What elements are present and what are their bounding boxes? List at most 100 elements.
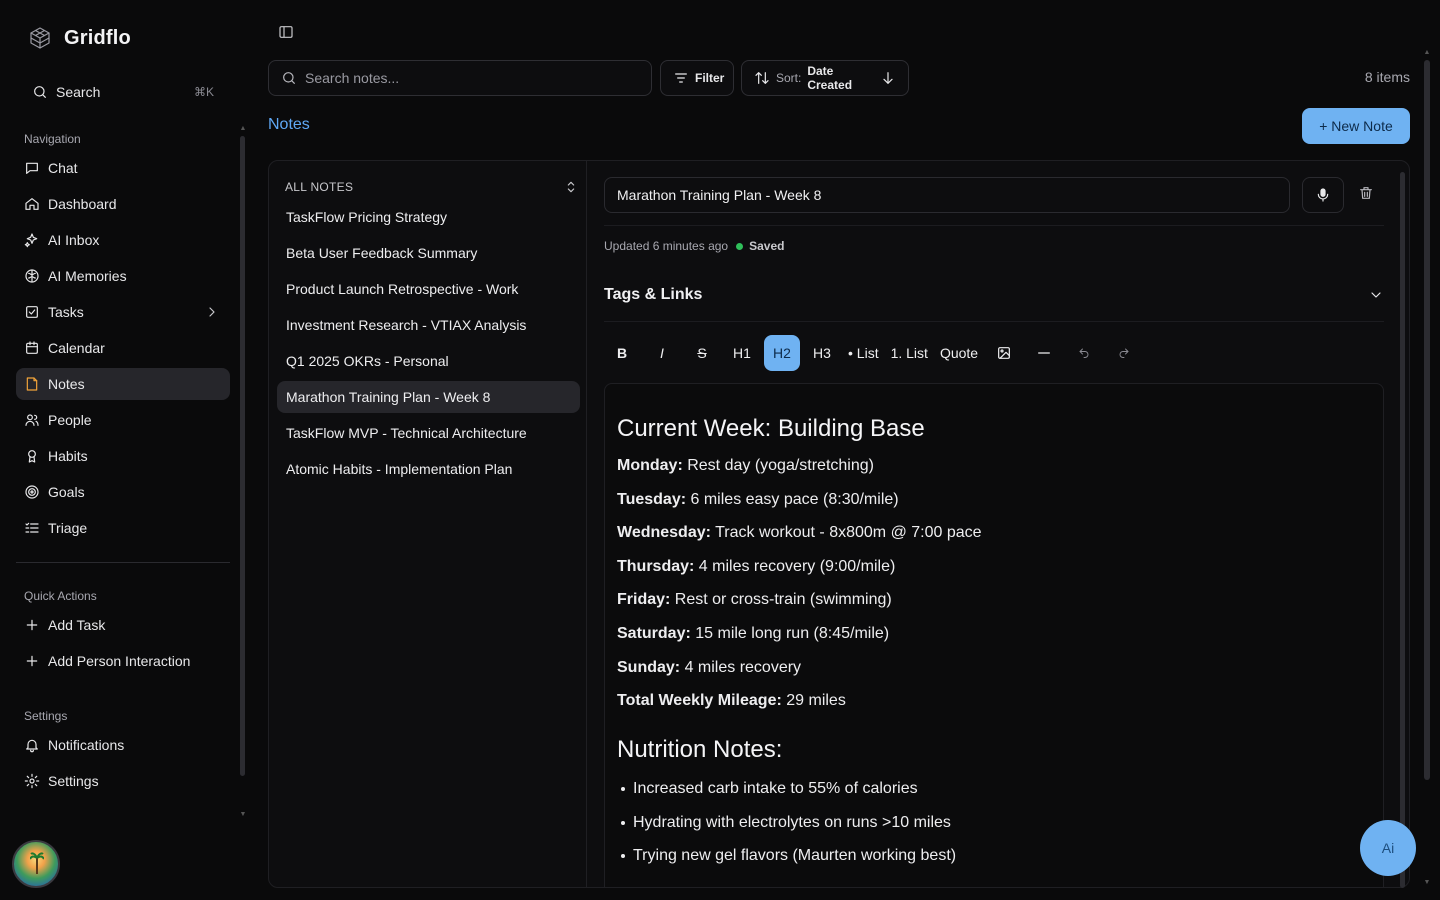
ai-assistant-button[interactable]: Ai <box>1360 820 1416 876</box>
schedule-line: Monday: Rest day (yoga/stretching) <box>617 456 1371 476</box>
note-content[interactable]: Current Week: Building Base Monday: Rest… <box>604 383 1384 887</box>
notes-list-pane: ALL NOTES TaskFlow Pricing Strategy Beta … <box>269 161 587 887</box>
h1-button[interactable]: H1 <box>724 335 760 371</box>
user-avatar[interactable] <box>12 840 60 888</box>
nutrition-list: Increased carb intake to 55% of calories… <box>617 779 1371 866</box>
tags-links-label: Tags & Links <box>604 286 703 303</box>
schedule-line: Saturday: 15 mile long run (8:45/mile) <box>617 624 1371 644</box>
sidebar-toggle-icon[interactable] <box>278 24 294 40</box>
add-task-button[interactable]: Add Task <box>16 609 230 641</box>
sidebar-item-ai-memories[interactable]: AI Memories <box>16 260 230 292</box>
new-note-button[interactable]: + New Note <box>1302 108 1410 144</box>
sidebar-item-notes[interactable]: Notes <box>16 368 230 400</box>
sidebar-item-settings[interactable]: Settings <box>16 765 230 797</box>
sidebar-item-ai-inbox[interactable]: AI Inbox <box>16 224 230 256</box>
sidebar-item-tasks[interactable]: Tasks <box>16 296 230 328</box>
bold-button[interactable]: B <box>604 335 640 371</box>
sidebar-item-people[interactable]: People <box>16 404 230 436</box>
sidebar-item-notifications[interactable]: Notifications <box>16 729 230 761</box>
saved-text: Saved <box>749 239 785 253</box>
search-shortcut: ⌘K <box>193 85 214 99</box>
page-scroll-up-arrow[interactable]: ▲ <box>1423 49 1431 56</box>
brand[interactable]: Gridflo <box>28 26 131 50</box>
sidebar-scroll-down-arrow[interactable]: ▼ <box>239 811 247 818</box>
note-list-item[interactable]: Product Launch Retrospective - Work <box>277 273 580 305</box>
plus-icon <box>24 653 40 669</box>
numbered-list-button[interactable]: 1. List <box>887 335 932 371</box>
sidebar-search[interactable]: Search ⌘K <box>16 76 230 108</box>
app-name: Gridflo <box>64 26 131 49</box>
sidebar-item-label: Chat <box>48 160 78 176</box>
quick-actions-section-title: Quick Actions <box>24 589 97 603</box>
notes-search-input[interactable] <box>305 70 635 86</box>
horizontal-rule-icon <box>1036 345 1052 361</box>
sidebar-item-dashboard[interactable]: Dashboard <box>16 188 230 220</box>
schedule-line: Thursday: 4 miles recovery (9:00/mile) <box>617 557 1371 577</box>
note-list-item[interactable]: Q1 2025 OKRs - Personal <box>277 345 580 377</box>
schedule-text: 4 miles recovery <box>680 658 802 676</box>
editor-scrollbar[interactable] <box>1400 172 1405 888</box>
tags-links-toggle[interactable]: Tags & Links <box>604 281 1384 309</box>
award-icon <box>24 448 40 464</box>
sidebar-scrollbar[interactable] <box>240 136 245 776</box>
bullet-list-button[interactable]: • List <box>844 335 883 371</box>
sidebar-item-triage[interactable]: Triage <box>16 512 230 544</box>
schedule-day: Wednesday: <box>617 524 711 542</box>
undo-button[interactable] <box>1066 335 1102 371</box>
sidebar-item-label: Notes <box>48 376 85 392</box>
content-heading: Current Week: Building Base <box>617 415 925 442</box>
page-scrollbar[interactable] <box>1424 60 1430 780</box>
filter-button[interactable]: Filter <box>660 60 734 96</box>
note-list: TaskFlow Pricing Strategy Beta User Feedb… <box>277 201 580 489</box>
h3-button[interactable]: H3 <box>804 335 840 371</box>
note-list-item[interactable]: Marathon Training Plan - Week 8 <box>277 381 580 413</box>
calendar-icon <box>24 340 40 356</box>
horizontal-rule-button[interactable] <box>1026 335 1062 371</box>
list-item: Hydrating with electrolytes on runs >10 … <box>621 813 1371 833</box>
page-scroll-down-arrow[interactable]: ▼ <box>1423 879 1431 886</box>
image-button[interactable] <box>986 335 1022 371</box>
italic-button[interactable]: I <box>644 335 680 371</box>
search-icon <box>281 70 297 86</box>
microphone-button[interactable] <box>1302 177 1344 213</box>
add-person-interaction-button[interactable]: Add Person Interaction <box>16 645 230 677</box>
redo-button[interactable] <box>1106 335 1142 371</box>
microphone-icon <box>1315 187 1331 203</box>
schedule-text: Rest or cross-train (swimming) <box>670 591 892 609</box>
item-count: 8 items <box>1364 69 1410 85</box>
people-icon <box>24 412 40 428</box>
sidebar-item-chat[interactable]: Chat <box>16 152 230 184</box>
note-list-item[interactable]: Investment Research - VTIAX Analysis <box>277 309 580 341</box>
h2-button[interactable]: H2 <box>764 335 800 371</box>
strikethrough-button[interactable]: S <box>684 335 720 371</box>
note-list-item[interactable]: TaskFlow Pricing Strategy <box>277 201 580 233</box>
schedule-line: Tuesday: 6 miles easy pace (8:30/mile) <box>617 490 1371 510</box>
search-icon <box>32 84 48 100</box>
sidebar-item-label: Tasks <box>48 304 84 320</box>
cube-logo-icon <box>28 26 52 50</box>
target-icon <box>24 484 40 500</box>
quote-button[interactable]: Quote <box>936 335 982 371</box>
sidebar-item-calendar[interactable]: Calendar <box>16 332 230 364</box>
schedule-text: 4 miles recovery (9:00/mile) <box>694 557 896 575</box>
note-list-item[interactable]: Atomic Habits - Implementation Plan <box>277 453 580 485</box>
bullet-icon <box>621 787 625 792</box>
schedule-day: Monday: <box>617 457 683 474</box>
notes-search-box[interactable] <box>268 60 652 96</box>
schedule-text: 29 miles <box>781 692 846 710</box>
chevron-right-icon[interactable] <box>204 304 220 320</box>
sidebar-scroll-up-arrow[interactable]: ▲ <box>239 125 247 132</box>
trash-icon[interactable] <box>1358 185 1374 201</box>
brain-icon <box>24 268 40 284</box>
sort-value: Date Created <box>807 64 853 92</box>
note-title-input[interactable] <box>604 177 1290 213</box>
list-check-icon <box>24 520 40 536</box>
chevrons-up-down-icon[interactable] <box>563 179 579 195</box>
schedule-text: 15 mile long run (8:45/mile) <box>690 624 890 642</box>
sidebar-item-habits[interactable]: Habits <box>16 440 230 472</box>
sidebar-item-goals[interactable]: Goals <box>16 476 230 508</box>
note-list-item[interactable]: Beta User Feedback Summary <box>277 237 580 269</box>
note-list-item[interactable]: TaskFlow MVP - Technical Architecture <box>277 417 580 449</box>
all-notes-label: ALL NOTES <box>285 180 354 194</box>
sort-button[interactable]: Sort: Date Created <box>741 60 909 96</box>
